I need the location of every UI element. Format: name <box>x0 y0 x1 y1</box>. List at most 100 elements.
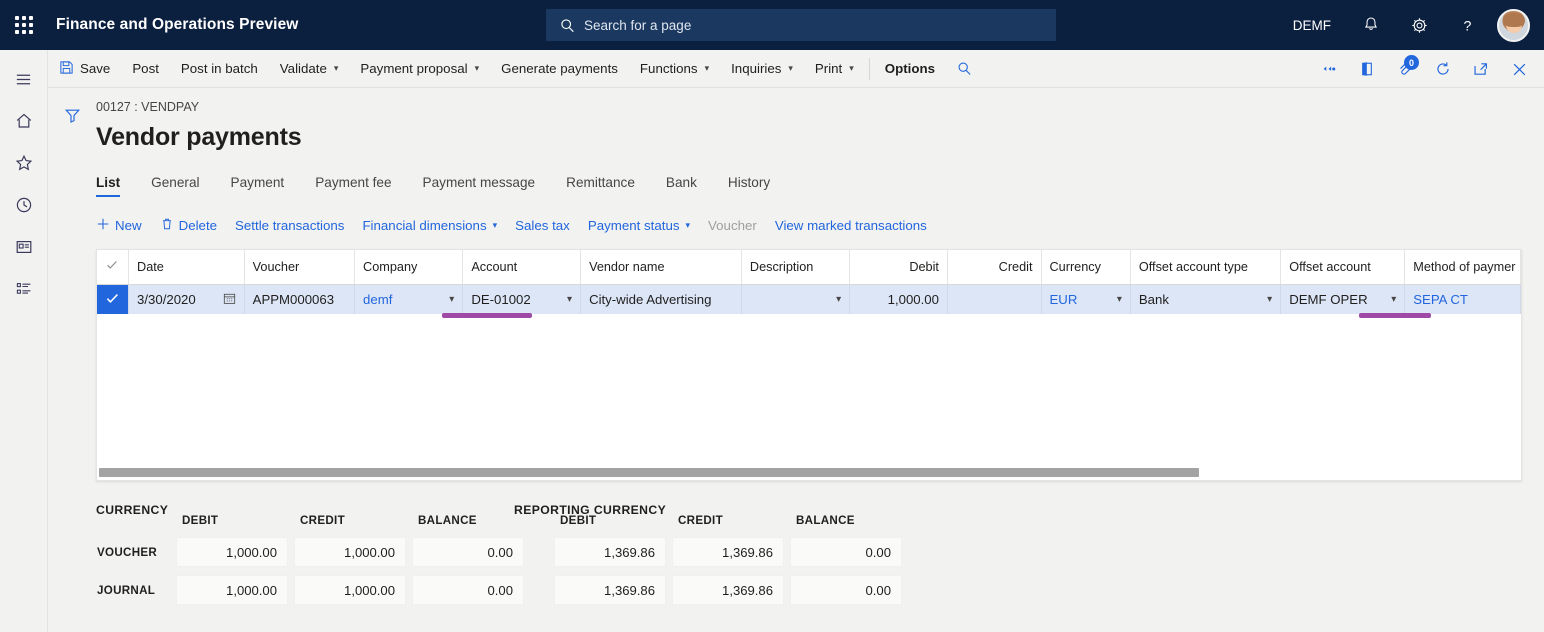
tab-bank[interactable]: Bank <box>666 171 697 197</box>
cell-debit[interactable]: 1,000.00 <box>850 285 948 315</box>
close-icon[interactable] <box>1500 50 1538 88</box>
chevron-down-icon[interactable]: ▾ <box>445 294 454 305</box>
popout-window-icon[interactable] <box>1462 50 1500 88</box>
col-header-description[interactable]: Description <box>741 250 849 285</box>
hamburger-menu-icon[interactable] <box>0 58 48 100</box>
cell-date-value: 3/30/2020 <box>137 292 196 307</box>
col-header-debit[interactable]: Debit <box>850 250 948 285</box>
totals-journal-reporting-debit: 1,369.86 <box>554 575 666 605</box>
delete-button[interactable]: Delete <box>151 213 226 238</box>
scrollbar-thumb[interactable] <box>99 468 1199 477</box>
functions-menu[interactable]: Functions ▾ <box>629 50 720 88</box>
filter-funnel-icon[interactable] <box>56 100 88 130</box>
share-link-icon[interactable] <box>1310 50 1348 88</box>
financial-dimensions-menu[interactable]: Financial dimensions ▾ <box>353 214 506 237</box>
home-icon[interactable] <box>0 100 48 142</box>
cell-method-of-payment-value[interactable]: SEPA CT <box>1413 292 1468 307</box>
cell-voucher[interactable]: APPM000063 <box>244 285 354 315</box>
tab-remittance[interactable]: Remittance <box>566 171 635 197</box>
help-question-icon[interactable]: ? <box>1443 0 1491 50</box>
open-in-office-icon[interactable] <box>1348 50 1386 88</box>
new-button[interactable]: New <box>96 213 151 238</box>
chevron-down-icon[interactable]: ▾ <box>832 294 841 305</box>
totals-col-reporting-balance: BALANCE <box>790 511 902 529</box>
cell-description[interactable]: ▾ <box>741 285 849 315</box>
col-header-account[interactable]: Account <box>463 250 581 285</box>
options-tab[interactable]: Options <box>874 50 946 88</box>
top-bar-right-actions: DEMF ? <box>1277 0 1534 50</box>
action-search-icon[interactable] <box>946 50 983 88</box>
clock-recent-icon[interactable] <box>0 184 48 226</box>
save-button[interactable]: Save <box>48 50 121 88</box>
cell-offset-account-type[interactable]: Bank ▾ <box>1130 285 1280 315</box>
cell-offset-account[interactable]: DEMF OPER ▾ <box>1281 285 1405 315</box>
col-header-vendor-name[interactable]: Vendor name <box>581 250 742 285</box>
col-header-company[interactable]: Company <box>355 250 463 285</box>
col-header-credit[interactable]: Credit <box>947 250 1041 285</box>
sales-tax-button[interactable]: Sales tax <box>506 214 579 237</box>
horizontal-scrollbar[interactable] <box>99 468 1457 477</box>
star-favorites-icon[interactable] <box>0 142 48 184</box>
totals-voucher-reporting-balance: 0.00 <box>790 537 902 567</box>
modules-list-icon[interactable] <box>0 268 48 310</box>
post-button[interactable]: Post <box>121 50 170 88</box>
tab-payment-fee[interactable]: Payment fee <box>315 171 391 197</box>
cell-company[interactable]: demf ▾ <box>355 285 463 315</box>
col-header-currency[interactable]: Currency <box>1041 250 1130 285</box>
payment-proposal-menu[interactable]: Payment proposal ▾ <box>349 50 490 88</box>
top-navigation-bar: Finance and Operations Preview Search fo… <box>0 0 1544 50</box>
lookup-highlight-company <box>442 313 532 318</box>
payment-status-menu[interactable]: Payment status ▾ <box>579 214 699 237</box>
cell-vendor-name[interactable]: City-wide Advertising <box>581 285 742 315</box>
tab-list[interactable]: List <box>96 171 120 197</box>
post-in-batch-button[interactable]: Post in batch <box>170 50 269 88</box>
attachments-paperclip-icon[interactable]: 0 <box>1386 50 1424 88</box>
cell-date[interactable]: 3/30/2020 <box>129 285 245 315</box>
company-selector[interactable]: DEMF <box>1277 18 1347 33</box>
svg-text:?: ? <box>1463 18 1471 34</box>
col-header-method-of-payment[interactable]: Method of paymer <box>1405 250 1521 285</box>
generate-payments-label: Generate payments <box>501 61 618 76</box>
search-input[interactable]: Search for a page <box>546 9 1056 41</box>
row-select-checkbox[interactable] <box>97 285 129 315</box>
workspaces-icon[interactable] <box>0 226 48 268</box>
col-header-offset-account[interactable]: Offset account <box>1281 250 1405 285</box>
print-menu[interactable]: Print ▾ <box>804 50 865 88</box>
chevron-down-icon[interactable]: ▾ <box>563 294 572 305</box>
totals-col-currency-credit: CREDIT <box>294 511 406 529</box>
grid-toolbar: New Delete Settle transactions Financial… <box>96 213 1522 238</box>
cell-company-value[interactable]: demf <box>363 292 392 307</box>
totals-journal-reporting-balance: 0.00 <box>790 575 902 605</box>
save-label: Save <box>80 61 110 76</box>
refresh-icon[interactable] <box>1424 50 1462 88</box>
table-row[interactable]: 3/30/2020 APPM000063 demf <box>97 285 1521 315</box>
tab-payment-message[interactable]: Payment message <box>423 171 536 197</box>
user-avatar[interactable] <box>1497 9 1530 42</box>
cell-method-of-payment[interactable]: SEPA CT <box>1405 285 1521 315</box>
tab-payment[interactable]: Payment <box>231 171 285 197</box>
tab-history[interactable]: History <box>728 171 770 197</box>
notification-bell-icon[interactable] <box>1347 0 1395 50</box>
inquiries-menu[interactable]: Inquiries ▾ <box>720 50 804 88</box>
payment-status-label: Payment status <box>588 218 680 233</box>
validate-menu[interactable]: Validate ▾ <box>269 50 350 88</box>
view-marked-transactions-button[interactable]: View marked transactions <box>766 214 936 237</box>
app-launcher-icon[interactable] <box>0 0 48 50</box>
page-region: 00127 : VENDPAY Vendor payments List Gen… <box>48 88 1544 632</box>
tab-general[interactable]: General <box>151 171 199 197</box>
cell-credit[interactable] <box>947 285 1041 315</box>
cell-currency-value[interactable]: EUR <box>1050 292 1078 307</box>
col-header-voucher[interactable]: Voucher <box>244 250 354 285</box>
select-all-checkbox[interactable] <box>97 250 129 285</box>
col-header-offset-account-type[interactable]: Offset account type <box>1130 250 1280 285</box>
cell-account[interactable]: DE-01002 ▾ <box>463 285 581 315</box>
gear-icon[interactable] <box>1395 0 1443 50</box>
chevron-down-icon[interactable]: ▾ <box>1387 294 1396 305</box>
chevron-down-icon[interactable]: ▾ <box>1113 294 1122 305</box>
col-header-date[interactable]: Date <box>129 250 245 285</box>
generate-payments-button[interactable]: Generate payments <box>490 50 629 88</box>
cell-currency[interactable]: EUR ▾ <box>1041 285 1130 315</box>
settle-transactions-button[interactable]: Settle transactions <box>226 214 353 237</box>
calendar-icon[interactable] <box>223 292 236 308</box>
chevron-down-icon[interactable]: ▾ <box>1263 294 1272 305</box>
